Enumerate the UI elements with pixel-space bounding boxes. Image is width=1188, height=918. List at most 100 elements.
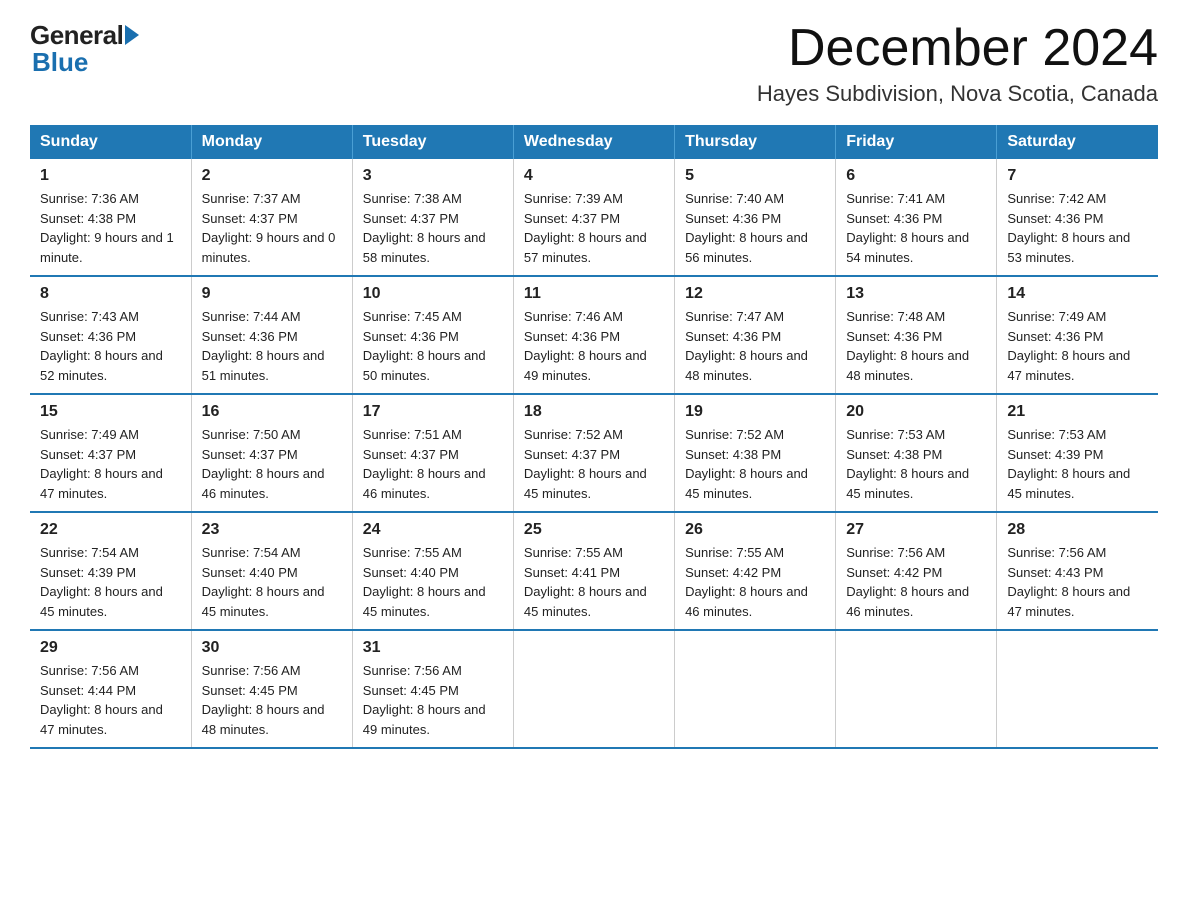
day-info: Sunrise: 7:52 AMSunset: 4:37 PMDaylight:… (524, 427, 647, 501)
day-info: Sunrise: 7:38 AMSunset: 4:37 PMDaylight:… (363, 191, 486, 265)
day-number: 7 (1007, 167, 1148, 185)
day-info: Sunrise: 7:55 AMSunset: 4:40 PMDaylight:… (363, 545, 486, 619)
calendar-cell (675, 630, 836, 748)
day-of-week-friday: Friday (836, 125, 997, 159)
day-number: 30 (202, 639, 342, 657)
calendar-cell: 9 Sunrise: 7:44 AMSunset: 4:36 PMDaylight… (191, 276, 352, 394)
calendar-cell: 24 Sunrise: 7:55 AMSunset: 4:40 PMDayligh… (352, 512, 513, 630)
day-info: Sunrise: 7:52 AMSunset: 4:38 PMDaylight:… (685, 427, 808, 501)
day-info: Sunrise: 7:53 AMSunset: 4:38 PMDaylight:… (846, 427, 969, 501)
day-of-week-tuesday: Tuesday (352, 125, 513, 159)
calendar-cell: 18 Sunrise: 7:52 AMSunset: 4:37 PMDayligh… (513, 394, 674, 512)
calendar-cell: 19 Sunrise: 7:52 AMSunset: 4:38 PMDayligh… (675, 394, 836, 512)
day-info: Sunrise: 7:40 AMSunset: 4:36 PMDaylight:… (685, 191, 808, 265)
day-number: 25 (524, 521, 664, 539)
day-number: 29 (40, 639, 181, 657)
day-info: Sunrise: 7:54 AMSunset: 4:40 PMDaylight:… (202, 545, 325, 619)
day-number: 24 (363, 521, 503, 539)
day-number: 20 (846, 403, 986, 421)
calendar-cell: 31 Sunrise: 7:56 AMSunset: 4:45 PMDayligh… (352, 630, 513, 748)
calendar-cell: 30 Sunrise: 7:56 AMSunset: 4:45 PMDayligh… (191, 630, 352, 748)
day-info: Sunrise: 7:45 AMSunset: 4:36 PMDaylight:… (363, 309, 486, 383)
calendar-cell (513, 630, 674, 748)
day-of-week-monday: Monday (191, 125, 352, 159)
day-number: 27 (846, 521, 986, 539)
day-of-week-wednesday: Wednesday (513, 125, 674, 159)
day-number: 12 (685, 285, 825, 303)
calendar-week-row: 15 Sunrise: 7:49 AMSunset: 4:37 PMDayligh… (30, 394, 1158, 512)
day-info: Sunrise: 7:56 AMSunset: 4:44 PMDaylight:… (40, 663, 163, 737)
day-info: Sunrise: 7:53 AMSunset: 4:39 PMDaylight:… (1007, 427, 1130, 501)
calendar-cell: 1Sunrise: 7:36 AMSunset: 4:38 PMDaylight… (30, 159, 191, 276)
day-number: 5 (685, 167, 825, 185)
day-info: Sunrise: 7:56 AMSunset: 4:45 PMDaylight:… (363, 663, 486, 737)
day-number: 28 (1007, 521, 1148, 539)
day-info: Sunrise: 7:51 AMSunset: 4:37 PMDaylight:… (363, 427, 486, 501)
calendar-cell: 23 Sunrise: 7:54 AMSunset: 4:40 PMDayligh… (191, 512, 352, 630)
calendar-cell: 25 Sunrise: 7:55 AMSunset: 4:41 PMDayligh… (513, 512, 674, 630)
calendar-cell: 2 Sunrise: 7:37 AMSunset: 4:37 PMDaylight… (191, 159, 352, 276)
calendar-cell: 17 Sunrise: 7:51 AMSunset: 4:37 PMDayligh… (352, 394, 513, 512)
calendar-cell: 20 Sunrise: 7:53 AMSunset: 4:38 PMDayligh… (836, 394, 997, 512)
day-number: 23 (202, 521, 342, 539)
day-info: Sunrise: 7:39 AMSunset: 4:37 PMDaylight:… (524, 191, 647, 265)
calendar-cell: 15 Sunrise: 7:49 AMSunset: 4:37 PMDayligh… (30, 394, 191, 512)
day-number: 22 (40, 521, 181, 539)
calendar-cell: 27 Sunrise: 7:56 AMSunset: 4:42 PMDayligh… (836, 512, 997, 630)
day-number: 8 (40, 285, 181, 303)
calendar-cell: 4Sunrise: 7:39 AMSunset: 4:37 PMDaylight… (513, 159, 674, 276)
calendar-week-row: 1Sunrise: 7:36 AMSunset: 4:38 PMDaylight… (30, 159, 1158, 276)
day-info: Sunrise: 7:56 AMSunset: 4:45 PMDaylight:… (202, 663, 325, 737)
logo-triangle-icon (125, 25, 139, 45)
day-number: 14 (1007, 285, 1148, 303)
day-info: Sunrise: 7:42 AMSunset: 4:36 PMDaylight:… (1007, 191, 1130, 265)
day-number: 31 (363, 639, 503, 657)
day-number: 2 (202, 167, 342, 185)
day-info: Sunrise: 7:41 AMSunset: 4:36 PMDaylight:… (846, 191, 969, 265)
day-info: Sunrise: 7:44 AMSunset: 4:36 PMDaylight:… (202, 309, 325, 383)
logo: General Blue (30, 20, 139, 78)
calendar-cell: 3Sunrise: 7:38 AMSunset: 4:37 PMDaylight… (352, 159, 513, 276)
calendar-cell: 5 Sunrise: 7:40 AMSunset: 4:36 PMDaylight… (675, 159, 836, 276)
calendar-cell: 10 Sunrise: 7:45 AMSunset: 4:36 PMDayligh… (352, 276, 513, 394)
day-number: 17 (363, 403, 503, 421)
calendar-cell: 26Sunrise: 7:55 AMSunset: 4:42 PMDayligh… (675, 512, 836, 630)
calendar-week-row: 29 Sunrise: 7:56 AMSunset: 4:44 PMDayligh… (30, 630, 1158, 748)
day-info: Sunrise: 7:48 AMSunset: 4:36 PMDaylight:… (846, 309, 969, 383)
calendar-cell (997, 630, 1158, 748)
day-info: Sunrise: 7:47 AMSunset: 4:36 PMDaylight:… (685, 309, 808, 383)
day-info: Sunrise: 7:46 AMSunset: 4:36 PMDaylight:… (524, 309, 647, 383)
calendar-cell: 22 Sunrise: 7:54 AMSunset: 4:39 PMDayligh… (30, 512, 191, 630)
day-number: 10 (363, 285, 503, 303)
day-number: 13 (846, 285, 986, 303)
day-number: 18 (524, 403, 664, 421)
day-number: 11 (524, 285, 664, 303)
calendar-cell (836, 630, 997, 748)
day-number: 9 (202, 285, 342, 303)
calendar-cell: 21 Sunrise: 7:53 AMSunset: 4:39 PMDayligh… (997, 394, 1158, 512)
day-info: Sunrise: 7:49 AMSunset: 4:37 PMDaylight:… (40, 427, 163, 501)
day-number: 1 (40, 167, 181, 185)
day-of-week-saturday: Saturday (997, 125, 1158, 159)
calendar-cell: 6Sunrise: 7:41 AMSunset: 4:36 PMDaylight… (836, 159, 997, 276)
day-info: Sunrise: 7:56 AMSunset: 4:43 PMDaylight:… (1007, 545, 1130, 619)
calendar-cell: 29 Sunrise: 7:56 AMSunset: 4:44 PMDayligh… (30, 630, 191, 748)
day-info: Sunrise: 7:54 AMSunset: 4:39 PMDaylight:… (40, 545, 163, 619)
calendar-cell: 11 Sunrise: 7:46 AMSunset: 4:36 PMDayligh… (513, 276, 674, 394)
calendar-header-row: SundayMondayTuesdayWednesdayThursdayFrid… (30, 125, 1158, 159)
day-info: Sunrise: 7:56 AMSunset: 4:42 PMDaylight:… (846, 545, 969, 619)
calendar-cell: 7 Sunrise: 7:42 AMSunset: 4:36 PMDaylight… (997, 159, 1158, 276)
location-title: Hayes Subdivision, Nova Scotia, Canada (757, 81, 1158, 107)
page-header: General Blue December 2024 Hayes Subdivi… (30, 20, 1158, 107)
calendar-cell: 12 Sunrise: 7:47 AMSunset: 4:36 PMDayligh… (675, 276, 836, 394)
day-info: Sunrise: 7:37 AMSunset: 4:37 PMDaylight:… (202, 191, 336, 265)
day-number: 15 (40, 403, 181, 421)
calendar-cell: 8Sunrise: 7:43 AMSunset: 4:36 PMDaylight… (30, 276, 191, 394)
day-number: 21 (1007, 403, 1148, 421)
calendar-cell: 14Sunrise: 7:49 AMSunset: 4:36 PMDayligh… (997, 276, 1158, 394)
day-number: 19 (685, 403, 825, 421)
logo-blue-text: Blue (30, 47, 88, 78)
day-info: Sunrise: 7:55 AMSunset: 4:41 PMDaylight:… (524, 545, 647, 619)
month-title: December 2024 (757, 20, 1158, 77)
day-info: Sunrise: 7:50 AMSunset: 4:37 PMDaylight:… (202, 427, 325, 501)
